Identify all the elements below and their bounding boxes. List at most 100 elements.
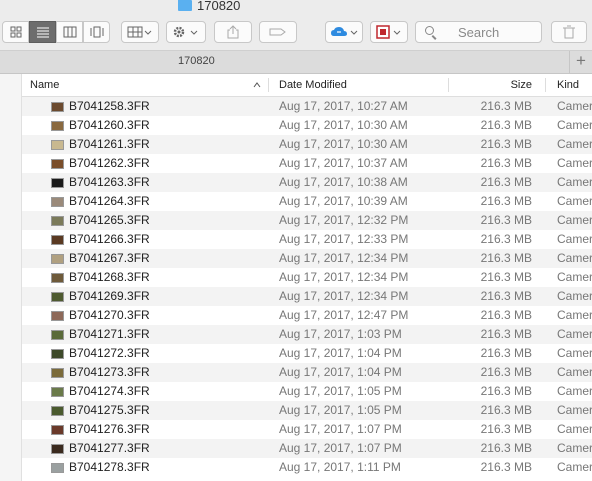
file-thumbnail-icon (51, 444, 64, 454)
file-size: 216.3 MB (480, 156, 532, 170)
file-row[interactable]: B7041272.3FR Aug 17, 2017, 1:04 PM 216.3 M… (22, 344, 592, 363)
file-thumbnail-icon (51, 387, 64, 397)
arrange-icon (127, 26, 152, 38)
file-date-modified: Aug 17, 2017, 12:34 PM (279, 289, 409, 303)
file-row[interactable]: B7041262.3FR Aug 17, 2017, 10:37 AM 216.3 … (22, 154, 592, 173)
tab-bar: 170820 + (0, 51, 592, 74)
file-kind: Camer (557, 232, 592, 246)
file-kind: Camer (557, 137, 592, 151)
file-date-modified: Aug 17, 2017, 1:04 PM (279, 365, 402, 379)
file-row[interactable]: B7041270.3FR Aug 17, 2017, 12:47 PM 216.3 … (22, 306, 592, 325)
column-divider[interactable] (448, 78, 449, 92)
tags-button[interactable] (259, 21, 297, 43)
file-row[interactable]: B7041278.3FR Aug 17, 2017, 1:11 PM 216.3 M… (22, 458, 592, 477)
file-size: 216.3 MB (480, 194, 532, 208)
column-date-modified[interactable]: Date Modified (279, 74, 347, 96)
file-date-modified: Aug 17, 2017, 1:11 PM (279, 460, 401, 474)
file-kind: Camer (557, 213, 592, 227)
file-row[interactable]: B7041274.3FR Aug 17, 2017, 1:05 PM 216.3 M… (22, 382, 592, 401)
file-row[interactable]: B7041275.3FR Aug 17, 2017, 1:05 PM 216.3 M… (22, 401, 592, 420)
file-name: B7041260.3FR (69, 118, 150, 132)
file-row[interactable]: B7041276.3FR Aug 17, 2017, 1:07 PM 216.3 M… (22, 420, 592, 439)
file-date-modified: Aug 17, 2017, 10:30 AM (279, 137, 408, 151)
file-date-modified: Aug 17, 2017, 12:32 PM (279, 213, 409, 227)
app-button[interactable] (370, 21, 408, 43)
tag-icon (269, 28, 286, 36)
file-size: 216.3 MB (480, 99, 532, 113)
file-name: B7041269.3FR (69, 289, 150, 303)
file-row[interactable]: B7041267.3FR Aug 17, 2017, 12:34 PM 216.3 … (22, 249, 592, 268)
file-row[interactable]: B7041265.3FR Aug 17, 2017, 12:32 PM 216.3 … (22, 211, 592, 230)
file-size: 216.3 MB (480, 118, 532, 132)
share-button[interactable] (214, 21, 252, 43)
file-name: B7041270.3FR (69, 308, 150, 322)
file-row[interactable]: B7041263.3FR Aug 17, 2017, 10:38 AM 216.3 … (22, 173, 592, 192)
column-divider[interactable] (268, 78, 269, 92)
file-kind: Camer (557, 403, 592, 417)
file-kind: Camer (557, 270, 592, 284)
trash-button[interactable] (551, 21, 587, 43)
app-icon (376, 25, 401, 39)
file-size: 216.3 MB (480, 346, 532, 360)
file-row[interactable]: B7041273.3FR Aug 17, 2017, 1:04 PM 216.3 M… (22, 363, 592, 382)
file-date-modified: Aug 17, 2017, 12:33 PM (279, 232, 409, 246)
arrange-button[interactable] (121, 21, 159, 43)
file-row[interactable]: B7041269.3FR Aug 17, 2017, 12:34 PM 216.3 … (22, 287, 592, 306)
file-row[interactable]: B7041258.3FR Aug 17, 2017, 10:27 AM 216.3 … (22, 97, 592, 116)
file-size: 216.3 MB (480, 384, 532, 398)
coverflow-view-button[interactable] (83, 21, 110, 43)
file-size: 216.3 MB (480, 251, 532, 265)
column-kind[interactable]: Kind (557, 74, 579, 96)
file-row[interactable]: B7041266.3FR Aug 17, 2017, 12:33 PM 216.3 … (22, 230, 592, 249)
file-kind: Camer (557, 251, 592, 265)
file-name: B7041273.3FR (69, 365, 150, 379)
file-row[interactable]: B7041268.3FR Aug 17, 2017, 12:34 PM 216.3 … (22, 268, 592, 287)
file-name: B7041277.3FR (69, 441, 150, 455)
file-name: B7041258.3FR (69, 99, 150, 113)
file-size: 216.3 MB (480, 460, 532, 474)
file-row[interactable]: B7041260.3FR Aug 17, 2017, 10:30 AM 216.3 … (22, 116, 592, 135)
icon-view-button[interactable] (2, 21, 29, 43)
file-name: B7041268.3FR (69, 270, 150, 284)
file-name: B7041271.3FR (69, 327, 150, 341)
file-name: B7041262.3FR (69, 156, 150, 170)
title-bar: 170820 (0, 0, 592, 16)
column-name[interactable]: Name (30, 74, 59, 96)
file-thumbnail-icon (51, 406, 64, 416)
action-button[interactable] (166, 21, 206, 43)
file-kind: Camer (557, 365, 592, 379)
column-divider[interactable] (545, 78, 546, 92)
gear-icon (173, 26, 198, 38)
file-size: 216.3 MB (480, 308, 532, 322)
file-date-modified: Aug 17, 2017, 12:34 PM (279, 270, 409, 284)
file-name: B7041267.3FR (69, 251, 150, 265)
file-size: 216.3 MB (480, 270, 532, 284)
plus-icon[interactable]: + (569, 51, 592, 73)
file-size: 216.3 MB (480, 441, 532, 455)
file-row[interactable]: B7041277.3FR Aug 17, 2017, 1:07 PM 216.3 M… (22, 439, 592, 458)
toolbar: Search (0, 16, 592, 51)
list-view-button[interactable] (29, 21, 56, 43)
file-thumbnail-icon (51, 254, 64, 264)
file-date-modified: Aug 17, 2017, 1:07 PM (279, 441, 402, 455)
file-kind: Camer (557, 327, 592, 341)
file-row[interactable]: B7041261.3FR Aug 17, 2017, 10:30 AM 216.3 … (22, 135, 592, 154)
column-view-button[interactable] (56, 21, 83, 43)
search-field[interactable]: Search (415, 21, 542, 43)
list-icon (36, 27, 49, 38)
file-kind: Camer (557, 99, 592, 113)
file-row[interactable]: B7041264.3FR Aug 17, 2017, 10:39 AM 216.3 … (22, 192, 592, 211)
file-date-modified: Aug 17, 2017, 1:03 PM (279, 327, 402, 341)
file-name: B7041266.3FR (69, 232, 150, 246)
file-kind: Camer (557, 460, 592, 474)
tab-170820[interactable]: 170820 (178, 55, 215, 67)
file-thumbnail-icon (51, 292, 64, 302)
file-date-modified: Aug 17, 2017, 1:05 PM (279, 403, 402, 417)
file-date-modified: Aug 17, 2017, 12:47 PM (279, 308, 409, 322)
file-thumbnail-icon (51, 463, 64, 473)
search-icon (425, 26, 434, 35)
column-size[interactable]: Size (511, 74, 532, 96)
file-row[interactable]: B7041271.3FR Aug 17, 2017, 1:03 PM 216.3 M… (22, 325, 592, 344)
icloud-button[interactable] (325, 21, 363, 43)
file-size: 216.3 MB (480, 403, 532, 417)
